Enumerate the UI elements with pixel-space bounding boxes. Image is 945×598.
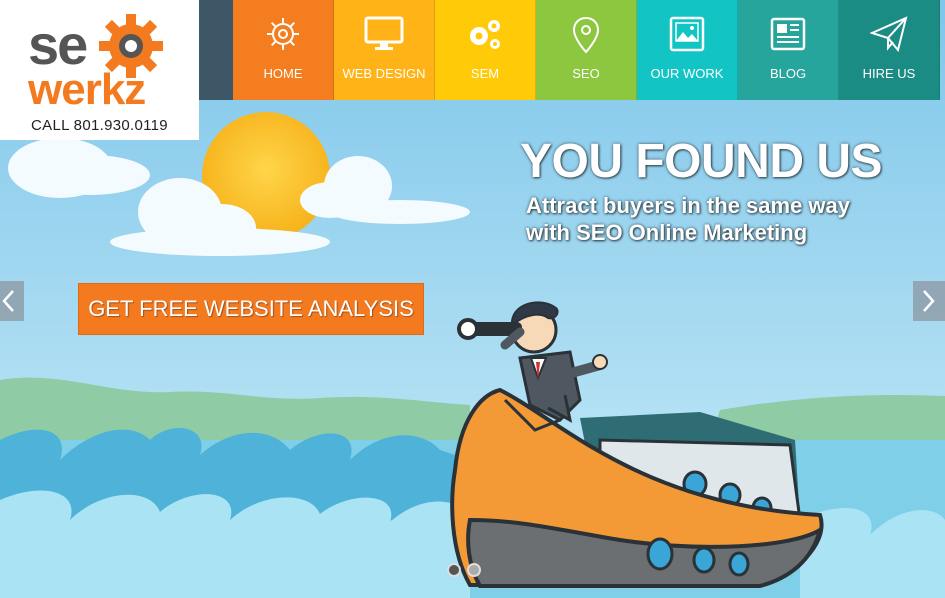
gear-icon <box>267 18 299 50</box>
nav-item-label: HIRE US <box>862 66 916 81</box>
slider-pagination <box>447 563 481 577</box>
nav-item-label: WEB DESIGN <box>342 66 426 81</box>
location-pin-icon <box>572 16 600 54</box>
nav-item-blog[interactable]: BLOG <box>738 0 839 100</box>
nav-item-label: SEO <box>572 66 600 81</box>
nav-item-label: OUR WORK <box>650 66 724 81</box>
nav-spacer <box>199 0 233 100</box>
slider-next-button[interactable] <box>913 281 945 321</box>
newspaper-icon <box>770 17 806 51</box>
image-icon <box>669 16 705 52</box>
nav-item-hire-us[interactable]: HIRE US <box>839 0 940 100</box>
hero-subline: Attract buyers in the same way <box>526 193 851 218</box>
slider-dot-1[interactable] <box>447 563 461 577</box>
logo[interactable]: se werkz CALL 801.930.0119 <box>0 0 199 140</box>
nav-item-label: BLOG <box>769 66 807 81</box>
nav-item-home[interactable]: HOME <box>233 0 334 100</box>
nav-item-sem[interactable]: SEM <box>435 0 536 100</box>
free-analysis-button[interactable]: GET FREE WEBSITE ANALYSIS <box>78 283 424 335</box>
paper-plane-icon <box>870 16 908 52</box>
hero-headline: YOU FOUND US <box>520 135 883 188</box>
nav-item-our-work[interactable]: OUR WORK <box>637 0 738 100</box>
nav-item-web-design[interactable]: WEB DESIGN <box>334 0 435 100</box>
chevron-left-icon <box>2 290 14 312</box>
nav-item-seo[interactable]: SEO <box>536 0 637 100</box>
hero-subheadline: Attract buyers in the same way with SEO … <box>526 192 850 246</box>
main-nav: HOME WEB DESIGN SEM SEO OUR WORK BLOG HI… <box>233 0 940 100</box>
nav-item-label: SEM <box>470 66 500 81</box>
chevron-right-icon <box>923 290 935 312</box>
hero-subline: with SEO Online Marketing <box>526 220 808 245</box>
phone-number[interactable]: CALL 801.930.0119 <box>0 117 199 134</box>
gears-icon <box>470 20 500 49</box>
seowerkz-logo-icon: se werkz <box>27 13 163 114</box>
svg-text:werkz: werkz <box>27 65 145 114</box>
nav-item-label: HOME <box>263 66 303 81</box>
slider-prev-button[interactable] <box>0 281 24 321</box>
slider-dot-2[interactable] <box>467 563 481 577</box>
monitor-icon <box>364 16 404 50</box>
